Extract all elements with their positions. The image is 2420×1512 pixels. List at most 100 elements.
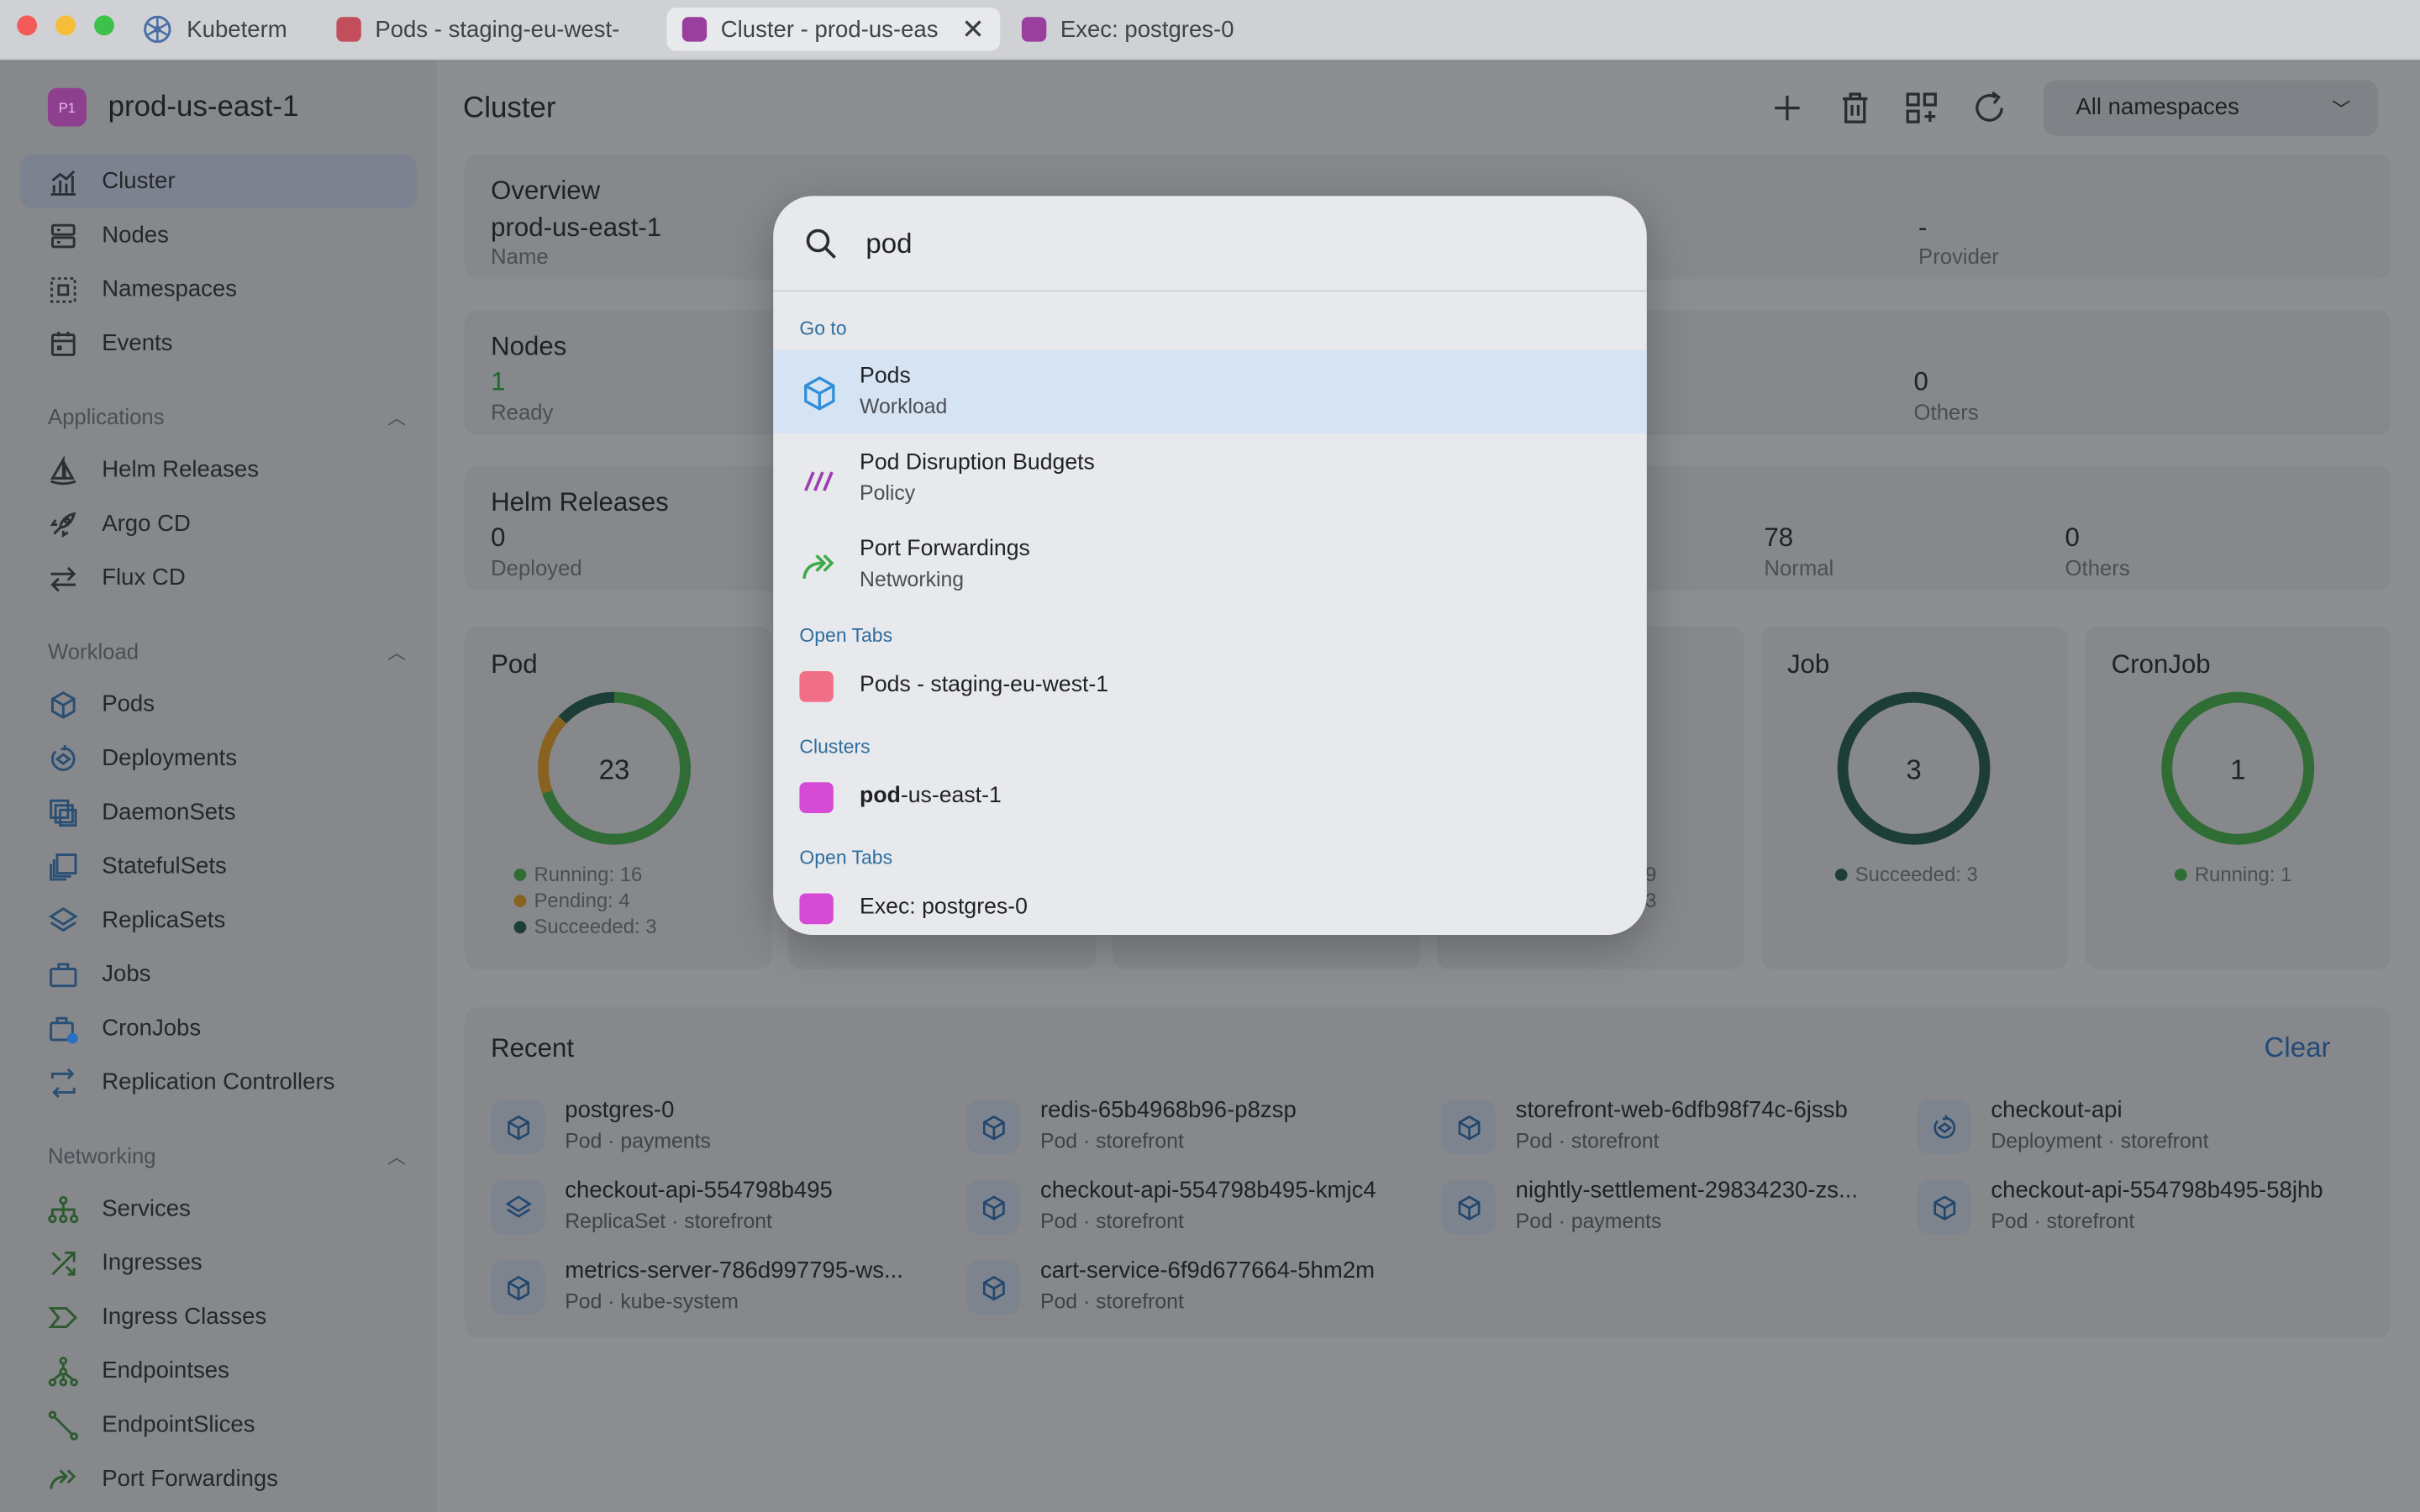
sidebar-item-namespaces[interactable]: Namespaces	[20, 262, 417, 316]
palette-item-cluster-prod[interactable]: pod-us-east-1	[773, 771, 1647, 823]
minimize-window-button[interactable]	[55, 15, 76, 36]
sidebar-item-ingresses[interactable]: Ingresses	[20, 1236, 417, 1289]
recent-item-name: checkout-api-554798b495	[565, 1177, 833, 1204]
sidebar-item-replication-controllers[interactable]: Replication Controllers	[20, 1055, 417, 1109]
sidebar-item-statefulsets[interactable]: StatefulSets	[20, 839, 417, 893]
palette-item-port-forwardings[interactable]: Port Forwardings Networking	[773, 523, 1647, 606]
clear-recent-button[interactable]: Clear	[2264, 1032, 2330, 1065]
cube-icon	[1933, 1194, 1955, 1220]
refresh-icon[interactable]	[1971, 90, 2008, 127]
recent-item[interactable]: postgres-0 Pod · payments	[491, 1097, 954, 1158]
sidebar-item-label: EndpointSlices	[102, 1411, 255, 1438]
tab-cluster-prod[interactable]: Cluster - prod-us-eas ✕	[666, 8, 1001, 51]
recent-item-meta: Pod · kube-system	[565, 1289, 739, 1314]
recent-item-name: metrics-server-786d997795-ws...	[565, 1257, 903, 1284]
sidebar-item-label: Services	[102, 1195, 191, 1222]
tab-color-square	[1021, 17, 1047, 42]
palette-item-tab-pods-staging[interactable]: Pods - staging-eu-west-1	[773, 660, 1647, 712]
recent-item[interactable]: metrics-server-786d997795-ws... Pod · kub…	[491, 1257, 954, 1319]
cube-icon	[507, 1275, 529, 1300]
palette-item-tab-exec-postgres[interactable]: Exec: postgres-0	[773, 883, 1647, 935]
plus-icon[interactable]	[1769, 90, 1806, 127]
cube-icon	[982, 1194, 1004, 1220]
palette-item-title: pod-us-east-1	[860, 784, 1002, 808]
kubernetes-icon	[144, 15, 171, 44]
section-workload[interactable]: Workload ︿	[48, 638, 406, 663]
tab-kubeterm[interactable]: Kubeterm	[136, 8, 315, 50]
sidebar-item-deployments[interactable]: Deployments	[20, 732, 417, 785]
briefcase-icon	[50, 962, 77, 987]
chevron-up-icon[interactable]: ︿	[387, 1143, 406, 1169]
sidebar-item-label: Ingresses	[102, 1249, 203, 1276]
recent-item[interactable]: checkout-api-554798b495-kmjc4 Pod · store…	[965, 1177, 1429, 1238]
cluster-header[interactable]: P1 prod-us-east-1	[47, 87, 299, 127]
tab-pods-staging[interactable]: Pods - staging-eu-west-	[321, 8, 664, 50]
search-icon	[806, 228, 836, 260]
sidebar-item-label: Cluster	[102, 168, 176, 195]
sidebar-item-jobs[interactable]: Jobs	[20, 948, 417, 1001]
sidebar-item-cronjobs[interactable]: CronJobs	[20, 1001, 417, 1055]
recent-item-name: cart-service-6f9d677664-5hm2m	[1039, 1257, 1376, 1284]
partial-legend-1: 9	[1644, 862, 1657, 886]
sidebar-item-label: Nodes	[102, 222, 169, 249]
sidebar-item-replicasets[interactable]: ReplicaSets	[20, 893, 417, 947]
shuffle-icon	[51, 1251, 76, 1275]
sidebar-item-endpointses[interactable]: Endpointses	[20, 1344, 417, 1398]
recent-item[interactable]: checkout-api-554798b495-58jhb Pod · store…	[1917, 1177, 2380, 1238]
sidebar-item-helm-releases[interactable]: Helm Releases	[20, 443, 417, 496]
section-networking[interactable]: Networking ︿	[48, 1143, 406, 1168]
trash-icon[interactable]	[1837, 90, 1874, 127]
recent-item[interactable]: redis-65b4968b96-p8zsp Pod · storefront	[965, 1097, 1429, 1158]
sidebar-item-argo-cd[interactable]: Argo CD	[20, 496, 417, 550]
legend-pending: Pending: 4	[534, 888, 630, 912]
events-others-value: 0	[2065, 522, 2080, 553]
namespace-select[interactable]: All namespaces ﹀	[2043, 80, 2379, 136]
recent-item[interactable]: nightly-settlement-29834230-zs... Pod · p…	[1441, 1177, 1905, 1238]
sidebar-item-services[interactable]: Services	[20, 1182, 417, 1236]
window-titlebar: Kubeterm Pods - staging-eu-west- Cluster…	[0, 0, 2420, 60]
recent-item[interactable]: storefront-web-6dfb98f74c-6jssb Pod · sto…	[1441, 1097, 1905, 1158]
sidebar-item-label: ReplicaSets	[102, 907, 226, 934]
sidebar-item-flux-cd[interactable]: Flux CD	[20, 551, 417, 605]
palette-item-pods[interactable]: Pods Workload	[773, 349, 1647, 434]
recent-item[interactable]: checkout-api-554798b495 ReplicaSet · stor…	[491, 1177, 954, 1238]
recent-item[interactable]: cart-service-6f9d677664-5hm2m Pod · store…	[965, 1257, 1429, 1319]
recent-item[interactable]: checkout-api Deployment · storefront	[1917, 1097, 2380, 1158]
forward-icon	[802, 554, 834, 580]
close-window-button[interactable]	[17, 15, 38, 36]
sidebar-item-daemonsets[interactable]: DaemonSets	[20, 785, 417, 839]
sidebar-item-ingress-classes[interactable]: Ingress Classes	[20, 1290, 417, 1344]
sidebar-item-nodes[interactable]: Nodes	[20, 208, 417, 262]
recent-item-meta: Pod · storefront	[1039, 1129, 1184, 1153]
namespace-icon	[50, 276, 76, 302]
replica-icon	[48, 906, 78, 932]
legend-running: Running: 1	[2194, 862, 2292, 886]
legend-succeeded: Succeeded: 3	[534, 915, 657, 938]
page-title: Cluster	[463, 92, 556, 125]
recent-item-meta: Pod · storefront	[1039, 1289, 1184, 1314]
palette-search-input[interactable]	[865, 223, 1607, 265]
section-applications[interactable]: Applications ︿	[48, 404, 406, 428]
cronjob-donut-chart: 1	[2161, 691, 2315, 845]
recent-item-meta: Pod · storefront	[1039, 1210, 1184, 1233]
pod-status-card: Pod 23 Running: 16 Pending: 4 Succeeded:…	[464, 626, 772, 969]
deploy-icon	[1933, 1114, 1955, 1138]
tab-color-square	[336, 17, 361, 42]
sidebar-item-endpointslices[interactable]: EndpointSlices	[20, 1398, 417, 1452]
zoom-window-button[interactable]	[94, 15, 114, 36]
sidebar-item-cluster[interactable]: Cluster	[19, 154, 417, 208]
add-widget-icon[interactable]	[1903, 90, 1940, 127]
sidebar-item-pods[interactable]: Pods	[20, 677, 417, 731]
recent-item-icon	[1917, 1100, 1971, 1154]
tab-exec-postgres[interactable]: Exec: postgres-0	[1007, 8, 1340, 50]
palette-item-subtitle: Policy	[860, 481, 916, 505]
sidebar-item-label: Jobs	[102, 961, 151, 988]
palette-item-pod-disruption-budgets[interactable]: Pod Disruption Budgets Policy	[773, 437, 1647, 520]
chevron-up-icon[interactable]: ︿	[387, 638, 406, 664]
card-title: Job	[1786, 649, 1830, 680]
nodes-others-label: Others	[1913, 399, 1979, 425]
sidebar-item-events[interactable]: Events	[20, 317, 417, 370]
chevron-up-icon[interactable]: ︿	[387, 404, 406, 430]
sidebar-item-port-forwardings[interactable]: Port Forwardings	[20, 1452, 417, 1505]
close-tab-icon[interactable]: ✕	[961, 14, 985, 47]
